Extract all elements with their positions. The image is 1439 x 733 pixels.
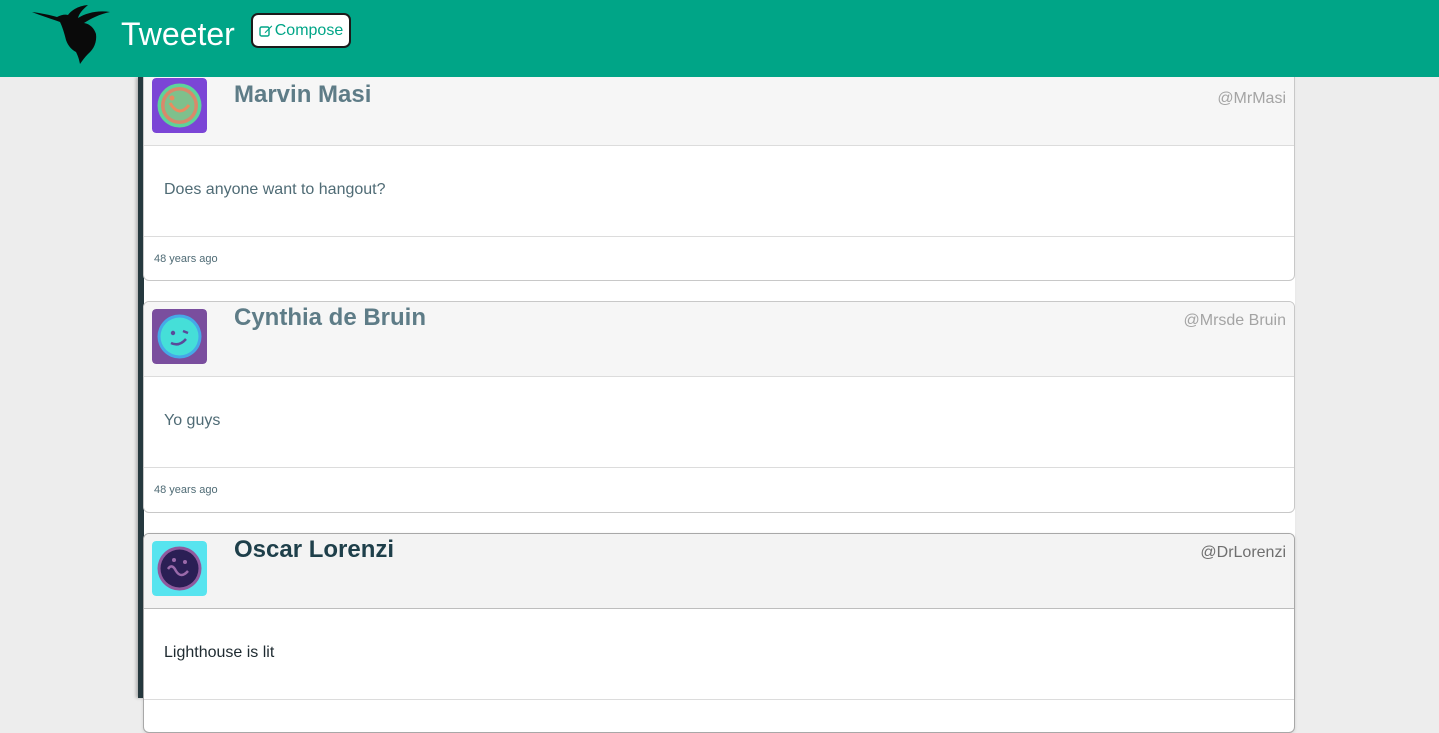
tweet-text: Does anyone want to hangout? (164, 181, 386, 198)
tweet-timestamp: 48 years ago (154, 484, 218, 496)
tweet-body: Does anyone want to hangout? (144, 146, 1294, 237)
tweet-text: Lighthouse is lit (164, 644, 275, 661)
brand-title[interactable]: Tweeter (121, 16, 235, 53)
edit-icon (259, 25, 273, 37)
tweet-handle[interactable]: @MrMasi (1217, 90, 1286, 108)
tweet-card: Cynthia de Bruin @Mrsde Bruin Yo guys 48… (143, 301, 1295, 513)
tweet-handle[interactable]: @Mrsde Bruin (1184, 312, 1287, 330)
tweet-timestamp: 48 years ago (154, 253, 218, 265)
hummingbird-icon (32, 5, 110, 64)
avatar (152, 78, 207, 133)
tweet-footer: 48 years ago (144, 468, 1294, 512)
tweet-text: Yo guys (164, 412, 221, 429)
navbar: Tweeter Compose (0, 0, 1439, 77)
tweet-card: Oscar Lorenzi @DrLorenzi Lighthouse is l… (143, 533, 1295, 733)
avatar (152, 541, 207, 596)
tweet-header: Oscar Lorenzi @DrLorenzi (144, 534, 1294, 609)
compose-label: Compose (274, 21, 344, 39)
tweet-footer: 48 years ago (144, 237, 1294, 280)
tweet-author-name[interactable]: Marvin Masi (234, 81, 371, 109)
tweet-handle[interactable]: @DrLorenzi (1200, 544, 1286, 562)
tweet-author-name[interactable]: Oscar Lorenzi (234, 536, 394, 564)
tweet-card: Marvin Masi @MrMasi Does anyone want to … (143, 66, 1295, 281)
avatar (152, 309, 207, 364)
tweet-header: Marvin Masi @MrMasi (144, 67, 1294, 146)
tweet-body: Yo guys (144, 377, 1294, 468)
tweet-header: Cynthia de Bruin @Mrsde Bruin (144, 302, 1294, 377)
tweet-body: Lighthouse is lit (144, 609, 1294, 700)
compose-button[interactable]: Compose (251, 13, 351, 48)
tweet-author-name[interactable]: Cynthia de Bruin (234, 304, 426, 332)
